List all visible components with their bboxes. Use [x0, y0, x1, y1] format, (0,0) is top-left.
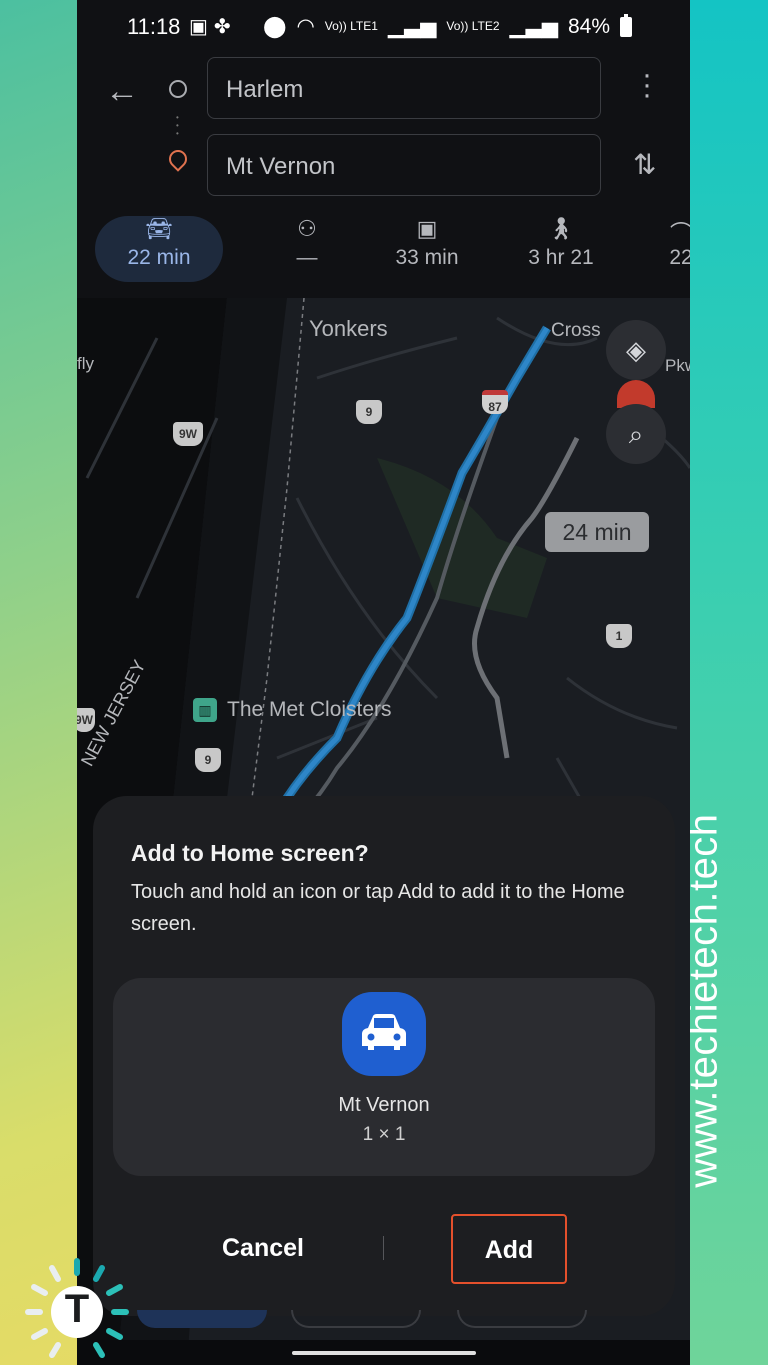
battery-icon	[620, 13, 632, 37]
car-icon: 🚘︎	[145, 216, 173, 241]
tab-transit[interactable]: ▣ 33 min	[377, 216, 477, 282]
add-to-home-dialog: Add to Home screen? Touch and hold an ic…	[93, 796, 675, 1316]
battery-percent: 84%	[567, 14, 610, 38]
logo-letter: T	[64, 1287, 90, 1331]
layers-button[interactable]: ◈	[606, 320, 666, 380]
start-pill	[137, 1310, 267, 1328]
more-options-icon[interactable]: · · ·	[639, 60, 655, 110]
tab-walk-label: 3 hr 21	[528, 246, 594, 269]
train-icon: ▣	[416, 216, 438, 241]
navigation-bar	[77, 1340, 690, 1365]
motorcycle-icon: ⚇	[297, 216, 317, 241]
tab-bike[interactable]: ⌒ 22	[651, 216, 690, 282]
back-arrow-icon[interactable]: ←	[105, 72, 139, 111]
eta-bubble[interactable]: 24 min	[545, 512, 649, 552]
widget-size: 1 × 1	[362, 1124, 406, 1145]
tab-bike-label: 22	[669, 246, 690, 269]
signal-label-1: Vo)) LTE1	[324, 19, 378, 33]
origin-field[interactable]: Harlem	[207, 57, 601, 119]
button-divider	[383, 1236, 384, 1260]
map-label-met-cloisters: The Met Cloisters	[227, 698, 392, 721]
dialog-title: Add to Home screen?	[131, 840, 369, 866]
route-1-shield: 1	[606, 624, 632, 648]
car-icon[interactable]	[342, 992, 426, 1076]
watermark: www.techietech.tech	[681, 812, 726, 1188]
dialog-description: Touch and hold an icon or tap Add to add…	[131, 881, 625, 935]
origin-dot-icon	[169, 80, 187, 98]
tab-drive[interactable]: 🚘︎ 22 min	[95, 216, 223, 282]
wifi-icon: ◠	[296, 15, 315, 38]
route-9w-shield: 9W	[173, 422, 203, 446]
cancel-button[interactable]: Cancel	[205, 1214, 321, 1284]
route-9-shield: 9	[356, 400, 382, 424]
brand-logo: T	[20, 1255, 134, 1361]
status-bar: 11:18 ▣✤ ⬤ ◠ Vo)) LTE1 ▁▃▅ Vo)) LTE2 ▁▃▅…	[77, 0, 690, 52]
signal-bars-icon: ▁▃▅	[387, 15, 437, 38]
destination-pin-icon	[165, 146, 191, 172]
notification-icons: ▣✤	[189, 16, 237, 38]
map-label-fly: fly	[77, 354, 94, 373]
share-pill	[457, 1310, 587, 1328]
tab-drive-label: 22 min	[127, 246, 191, 269]
tab-walk[interactable]: 🚶︎ 3 hr 21	[509, 216, 613, 282]
signal-bars-icon: ▁▃▅	[509, 15, 558, 38]
tab-transit-label: 33 min	[395, 246, 459, 269]
steps-pill	[291, 1310, 421, 1328]
bike-icon: ⌒	[669, 221, 690, 246]
walk-icon: 🚶︎	[547, 216, 575, 241]
tab-motorcycle[interactable]: ⚇ —	[257, 216, 357, 282]
swap-icon[interactable]: ⇅	[633, 148, 656, 181]
destination-field[interactable]: Mt Vernon	[207, 134, 601, 196]
car-glyph	[362, 1014, 406, 1050]
museum-icon: ▥	[193, 698, 217, 722]
connector-dots-icon: • • •	[176, 113, 179, 138]
status-time: 11:18	[127, 14, 181, 39]
status-right: ⬤ ◠ Vo)) LTE1 ▁▃▅ Vo)) LTE2 ▁▃▅ 84%	[262, 13, 632, 39]
location-icon: ⬤	[262, 15, 287, 38]
map-label-pkwy: Pkw	[665, 356, 690, 375]
widget-preview[interactable]: Mt Vernon 1 × 1	[113, 978, 655, 1176]
map-label-yonkers: Yonkers	[309, 316, 388, 341]
layers-icon: ◈	[626, 335, 646, 365]
home-indicator[interactable]	[292, 1351, 476, 1355]
search-icon: ⌕	[628, 419, 644, 449]
phone-screen: 11:18 ▣✤ ⬤ ◠ Vo)) LTE1 ▁▃▅ Vo)) LTE2 ▁▃▅…	[77, 0, 690, 1365]
route-87-shield: 87	[482, 390, 508, 414]
bottom-buttons-behind	[77, 1310, 690, 1340]
widget-name: Mt Vernon	[338, 1094, 430, 1116]
search-along-route-button[interactable]: ⌕	[606, 404, 666, 464]
directions-header: ← • • • Harlem Mt Vernon · · · ⇅	[77, 52, 690, 212]
route-9-shield-south: 9	[195, 748, 221, 772]
map-label-cross: Cross	[551, 320, 601, 341]
tab-motorcycle-label: —	[296, 246, 318, 269]
route-9w-shield-west: 9W	[77, 708, 95, 732]
travel-mode-tabs: 🚘︎ 22 min ⚇ — ▣ 33 min 🚶︎ 3 hr 21 ⌒ 22	[77, 212, 690, 298]
signal-label-2: Vo)) LTE2	[446, 19, 500, 33]
add-button[interactable]: Add	[451, 1214, 567, 1284]
